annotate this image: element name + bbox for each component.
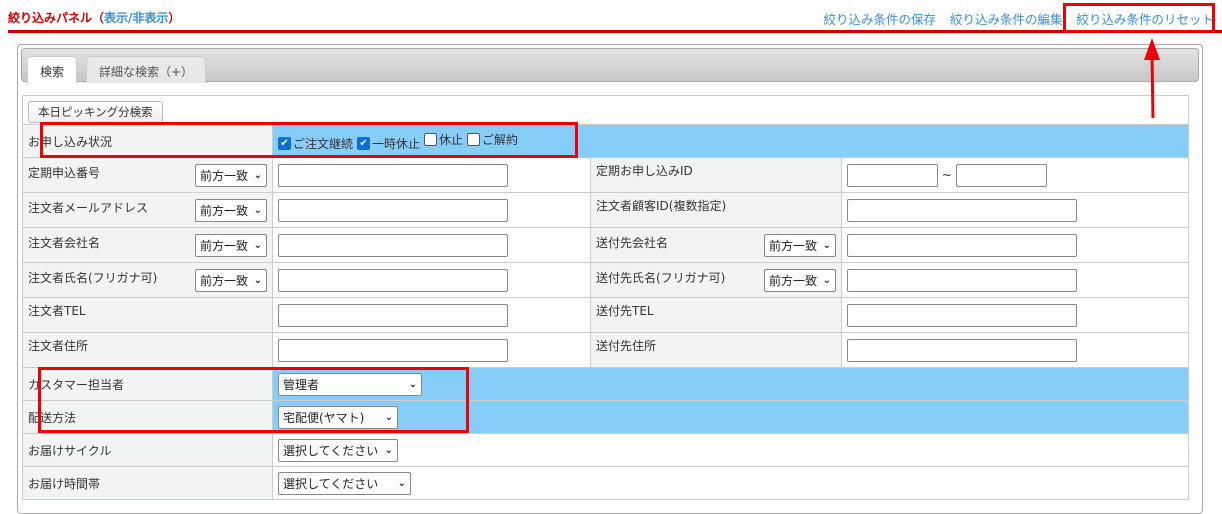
chevron-down-icon: ⌄	[822, 275, 831, 286]
tab-bar: 検索 詳細な検索（+）	[21, 48, 1199, 84]
form-row: 定期申込番号 前方一致 ⌄ 定期お申し込みID ~	[22, 157, 1190, 193]
checkbox-icon[interactable]	[467, 132, 481, 146]
status-checkbox[interactable]: ✔ ご注文継続	[278, 135, 353, 152]
text-input[interactable]	[278, 303, 508, 327]
chevron-down-icon: ⌄	[384, 411, 393, 423]
panel-title: 絞り込みパネル（表示/非表示）	[8, 11, 181, 25]
status-label: お申し込み状況	[22, 124, 273, 158]
form-row: 注文者メールアドレス 前方一致 ⌄ 注文者顧客ID(複数指定)	[22, 192, 1190, 228]
tab-search[interactable]: 検索	[27, 56, 78, 84]
select-row: お届け時間帯 選択してください ⌄	[22, 466, 1190, 500]
dropdown[interactable]: 選択してください ⌄	[278, 471, 411, 495]
text-input[interactable]	[847, 233, 1077, 257]
chevron-down-icon: ⌄	[397, 477, 406, 489]
text-input[interactable]	[847, 303, 1077, 327]
status-checkbox[interactable]: ご解約	[467, 131, 518, 148]
dropdown[interactable]: 前方一致 ⌄	[195, 199, 267, 222]
dropdown[interactable]: 宅配便(ヤマト) ⌄	[278, 405, 398, 429]
dropdown[interactable]: 前方一致 ⌄	[195, 269, 267, 292]
save-filter-link[interactable]: 絞り込み条件の保存	[823, 9, 936, 28]
dropdown[interactable]: 前方一致 ⌄	[195, 234, 267, 257]
text-input[interactable]	[278, 198, 508, 222]
chevron-down-icon: ⌄	[408, 378, 417, 390]
form-row: 注文者TEL 送付先TEL	[22, 297, 1190, 333]
text-input[interactable]	[847, 338, 1077, 362]
arrow-up-icon	[1144, 38, 1160, 119]
status-checkbox[interactable]: 休止	[424, 131, 463, 148]
chevron-down-icon: ⌄	[253, 275, 262, 286]
form-row: 注文者氏名(フリガナ可) 前方一致 ⌄ 送付先氏名(フリガナ可) 前方一致 ⌄	[22, 262, 1190, 298]
dropdown[interactable]: 前方一致 ⌄	[195, 164, 267, 187]
form-row: 注文者会社名 前方一致 ⌄ 送付先会社名 前方一致 ⌄	[22, 227, 1190, 263]
checkbox-icon[interactable]: ✔	[278, 136, 291, 150]
text-input[interactable]	[278, 268, 508, 292]
range-from-input[interactable]	[847, 163, 938, 187]
toggle-visibility-link[interactable]: 表示/非表示	[104, 11, 168, 25]
dropdown[interactable]: 前方一致 ⌄	[764, 234, 836, 257]
text-input[interactable]	[847, 198, 1077, 222]
text-input[interactable]	[278, 233, 508, 257]
today-picking-search-button[interactable]: 本日ピッキング分検索	[28, 100, 163, 123]
dropdown[interactable]: 管理者 ⌄	[278, 372, 422, 396]
dropdown[interactable]: 選択してください ⌄	[278, 438, 398, 462]
chevron-down-icon: ⌄	[384, 444, 393, 456]
filter-panel-header: 絞り込みパネル（表示/非表示） 絞り込み条件の保存 絞り込み条件の編集 絞り込み…	[8, 0, 1222, 33]
status-checkbox[interactable]: ✔ 一時休止	[357, 135, 420, 152]
text-input[interactable]	[278, 163, 508, 187]
reset-filter-link[interactable]: 絞り込み条件のリセット	[1076, 9, 1214, 28]
select-row: カスタマー担当者 管理者 ⌄	[22, 367, 1190, 401]
select-row: 配送方法 宅配便(ヤマト) ⌄	[22, 400, 1190, 434]
dropdown[interactable]: 前方一致 ⌄	[764, 269, 836, 292]
checkbox-icon[interactable]: ✔	[357, 136, 371, 150]
edit-filter-link[interactable]: 絞り込み条件の編集	[950, 9, 1063, 28]
range-to-input[interactable]	[955, 163, 1047, 187]
status-options: ✔ ご注文継続 ✔ 一時休止 休止 ご解約	[271, 124, 1190, 158]
chevron-down-icon: ⌄	[253, 240, 262, 251]
search-form-table: 本日ピッキング分検索 お申し込み状況 ✔ ご注文継続 ✔ 一時休止 休止 ご解約 定期申込…	[21, 95, 1190, 500]
chevron-down-icon: ⌄	[822, 240, 831, 251]
select-row: お届けサイクル 選択してください ⌄	[22, 433, 1190, 467]
checkbox-icon[interactable]	[424, 132, 438, 146]
chevron-down-icon: ⌄	[253, 205, 262, 216]
form-row: 注文者住所 送付先住所	[22, 332, 1190, 368]
text-input[interactable]	[847, 268, 1077, 292]
chevron-down-icon: ⌄	[253, 170, 262, 181]
text-input[interactable]	[278, 338, 508, 362]
tab-advanced-search[interactable]: 詳細な検索（+）	[86, 56, 207, 83]
